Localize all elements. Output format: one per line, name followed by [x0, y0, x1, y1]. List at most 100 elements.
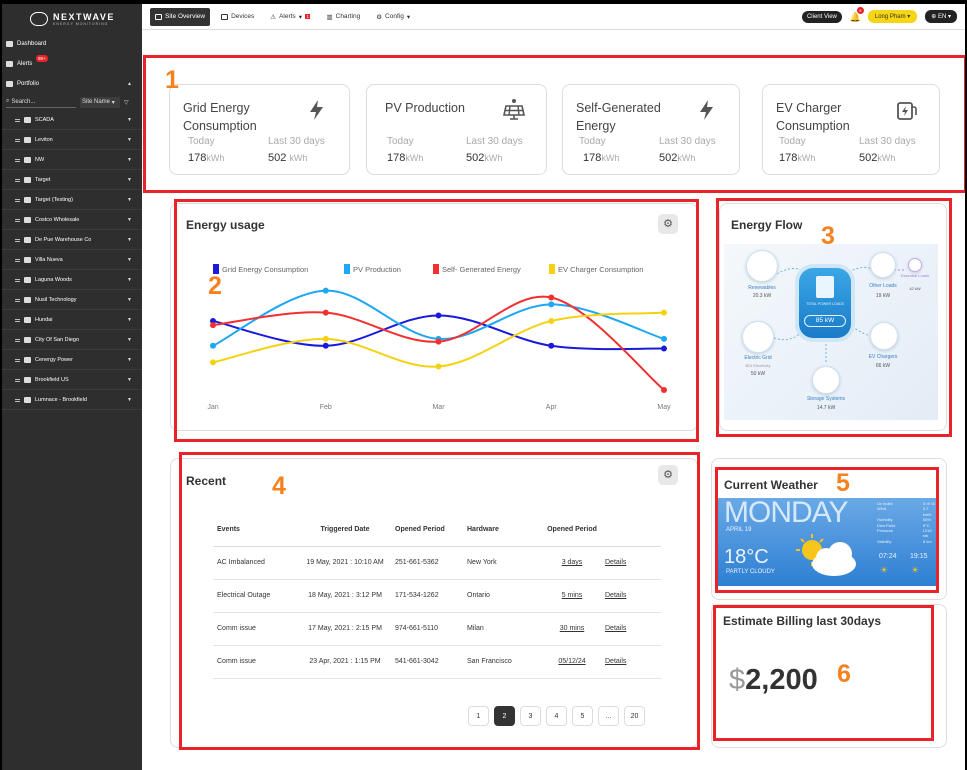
data-point[interactable] [210, 342, 216, 349]
chevron-down-icon[interactable]: ▼ [127, 157, 132, 163]
opened-period-link[interactable]: 3 days [562, 559, 583, 566]
sidebar-site-item[interactable]: De Pue Warehouse Co ▼ [2, 230, 142, 250]
drag-handle-icon[interactable] [15, 178, 20, 181]
data-point[interactable] [661, 386, 667, 393]
page-button[interactable]: 20 [624, 706, 645, 726]
data-point[interactable] [661, 309, 667, 316]
sidebar-site-item[interactable]: Brookfield US ▼ [2, 370, 142, 390]
tab-alerts[interactable]: ⚠ Alerts ▾ 1 [265, 8, 315, 26]
page-button[interactable]: 3 [520, 706, 541, 726]
sidebar-item-alerts[interactable]: Alerts 99+ [2, 54, 142, 74]
details-link[interactable]: Details [605, 559, 626, 566]
chevron-down-icon[interactable]: ▼ [127, 197, 132, 203]
data-point[interactable] [322, 309, 329, 316]
opened-period-link[interactable]: 05/12/24 [558, 658, 585, 665]
client-view-button[interactable]: Client View [801, 10, 842, 23]
chevron-down-icon[interactable]: ▼ [127, 317, 132, 323]
bell-icon[interactable]: 🔔 5 [850, 6, 864, 22]
sidebar-site-item[interactable]: NW ▼ [2, 150, 142, 170]
data-point[interactable] [548, 342, 555, 349]
gear-icon[interactable]: ⚙ [658, 465, 678, 485]
sidebar-site-item[interactable]: SCADA ▼ [2, 110, 142, 130]
drag-handle-icon[interactable] [15, 338, 20, 341]
chevron-down-icon[interactable]: ▼ [127, 377, 132, 383]
chevron-down-icon[interactable]: ▼ [127, 257, 132, 263]
sidebar-site-item[interactable]: City Of San Diego ▼ [2, 330, 142, 350]
sidebar-site-item[interactable]: Cenergy Power ▼ [2, 350, 142, 370]
data-point[interactable] [435, 338, 442, 345]
sidebar-site-item[interactable]: Villa Nueva ▼ [2, 250, 142, 270]
chevron-down-icon[interactable]: ▼ [127, 117, 132, 123]
chevron-down-icon[interactable]: ▼ [127, 357, 132, 363]
data-point[interactable] [322, 287, 329, 294]
sidebar-site-item[interactable]: Leviton ▼ [2, 130, 142, 150]
data-point[interactable] [322, 335, 329, 342]
drag-handle-icon[interactable] [15, 318, 20, 321]
sidebar-site-item[interactable]: Target (Testing) ▼ [2, 190, 142, 210]
chevron-down-icon[interactable]: ▼ [127, 297, 132, 303]
tab-devices[interactable]: Devices [216, 8, 259, 26]
chevron-down-icon[interactable]: ▼ [127, 277, 132, 283]
chevron-down-icon[interactable]: ▼ [127, 217, 132, 223]
data-point[interactable] [548, 317, 555, 324]
chevron-down-icon[interactable]: ▼ [127, 337, 132, 343]
data-point[interactable] [435, 312, 442, 319]
drag-handle-icon[interactable] [15, 258, 20, 261]
page-button[interactable]: ... [598, 706, 619, 726]
sidebar-site-item[interactable]: Nusil Technology ▼ [2, 290, 142, 310]
tab-charting[interactable]: ▥ Charting [321, 8, 365, 26]
opened-period-link[interactable]: 5 mins [562, 592, 583, 599]
site-search-input[interactable]: ⌕ Search... [6, 96, 76, 108]
chevron-down-icon[interactable]: ▼ [127, 397, 132, 403]
page-button[interactable]: 2 [494, 706, 515, 726]
sidebar-site-item[interactable]: Laguna Woods ▼ [2, 270, 142, 290]
brand-logo[interactable]: NEXTWAVE ENERGY MONITORING [2, 4, 142, 34]
data-point[interactable] [210, 322, 216, 329]
data-point[interactable] [435, 363, 442, 370]
data-point[interactable] [548, 301, 555, 308]
data-point[interactable] [210, 359, 216, 366]
drag-handle-icon[interactable] [15, 118, 20, 121]
tab-label: Charting [335, 13, 361, 20]
drag-handle-icon[interactable] [15, 218, 20, 221]
chevron-down-icon[interactable]: ▼ [127, 137, 132, 143]
drag-handle-icon[interactable] [15, 158, 20, 161]
page-button[interactable]: 5 [572, 706, 593, 726]
data-point[interactable] [548, 294, 555, 301]
sort-select[interactable]: Site Name ▾ [80, 96, 120, 108]
chevron-down-icon[interactable]: ▼ [127, 177, 132, 183]
data-point[interactable] [322, 342, 329, 349]
data-point[interactable] [661, 345, 667, 352]
opened-period-link[interactable]: 30 mins [560, 625, 585, 632]
legend-swatch [433, 264, 439, 274]
sidebar-item-dashboard[interactable]: Dashboard [2, 34, 142, 54]
drag-handle-icon[interactable] [15, 198, 20, 201]
page-button[interactable]: 4 [546, 706, 567, 726]
details-link[interactable]: Details [605, 625, 626, 632]
sidebar-site-item[interactable]: Costco Wholesale ▼ [2, 210, 142, 230]
drag-handle-icon[interactable] [15, 358, 20, 361]
gear-icon[interactable]: ⚙ [658, 214, 678, 234]
user-menu[interactable]: Long Pham ▾ [867, 10, 918, 23]
details-link[interactable]: Details [605, 658, 626, 665]
drag-handle-icon[interactable] [15, 298, 20, 301]
sidebar-site-item[interactable]: Target ▼ [2, 170, 142, 190]
drag-handle-icon[interactable] [15, 138, 20, 141]
drag-handle-icon[interactable] [15, 398, 20, 401]
drag-handle-icon[interactable] [15, 278, 20, 281]
sidebar-site-item[interactable]: Lumnace - Brookfield ▼ [2, 390, 142, 410]
filter-icon[interactable]: ▽ [124, 99, 129, 106]
drag-handle-icon[interactable] [15, 238, 20, 241]
drag-handle-icon[interactable] [15, 378, 20, 381]
x-tick-label: Feb [320, 404, 332, 411]
chevron-down-icon[interactable]: ▼ [127, 237, 132, 243]
tab-site-overview[interactable]: Site Overview [150, 7, 211, 26]
language-select[interactable]: ⊕ EN ▾ [925, 10, 957, 23]
sidebar-site-item[interactable]: Hundai ▼ [2, 310, 142, 330]
tab-config[interactable]: ⚙ Config ▾ [371, 8, 415, 26]
data-point[interactable] [661, 335, 667, 342]
page-button[interactable]: 1 [468, 706, 489, 726]
sidebar-item-portfolio[interactable]: Portfolio ▲ [2, 74, 142, 94]
details-link[interactable]: Details [605, 592, 626, 599]
stat-card-ev-charger: EV Charger Consumption Today Last 30 day… [762, 84, 940, 175]
